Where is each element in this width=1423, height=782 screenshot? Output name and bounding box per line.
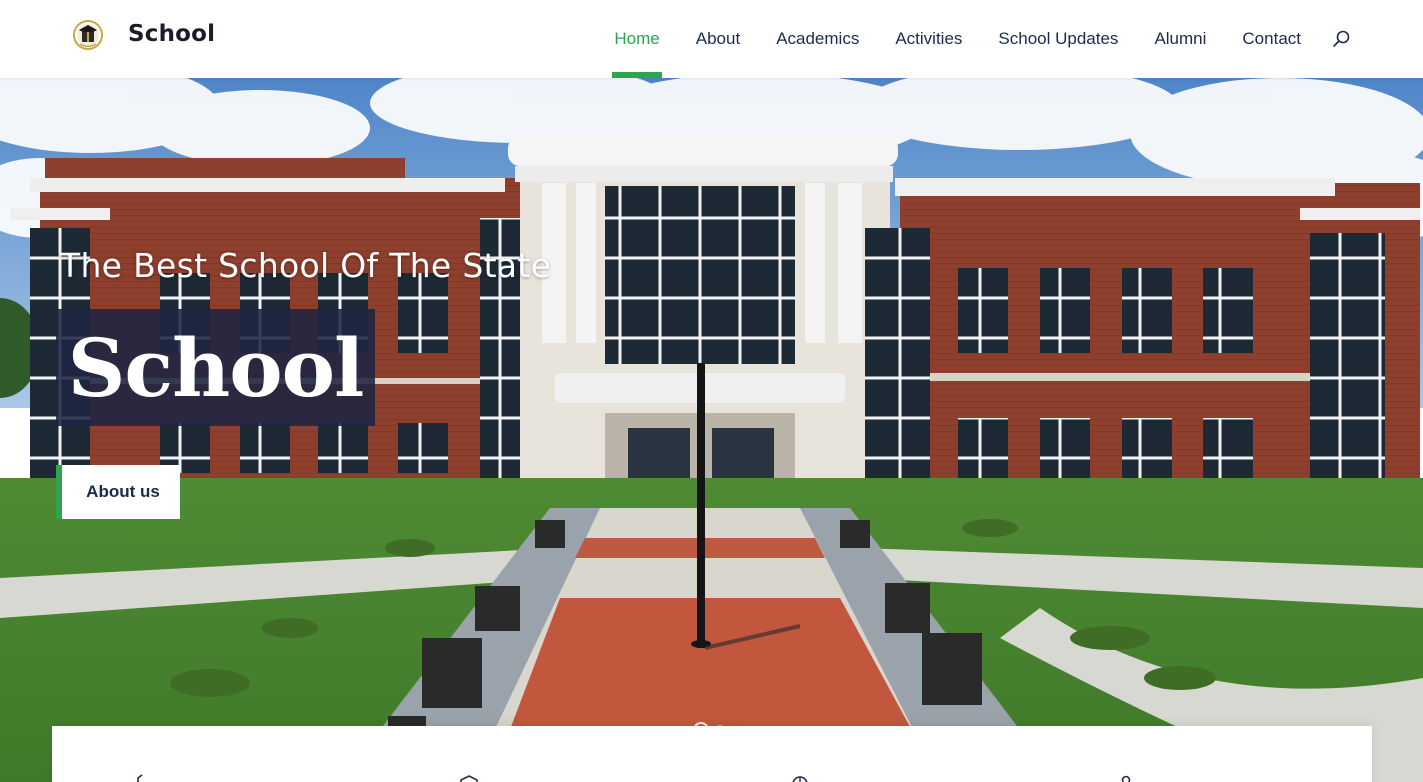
search-icon[interactable] [1331, 28, 1353, 50]
site-header: School Home About Academics Activities S… [0, 0, 1423, 78]
hero-title: School [67, 320, 365, 415]
hero-subtitle: The Best School Of The State [60, 246, 552, 285]
about-us-button[interactable]: About us [56, 465, 180, 519]
nav-item-home[interactable]: Home [596, 0, 677, 78]
main-nav: Home About Academics Activities School U… [596, 0, 1319, 78]
school-emblem-icon [73, 20, 103, 50]
nav-item-academics[interactable]: Academics [758, 0, 877, 78]
nav-item-activities[interactable]: Activities [877, 0, 980, 78]
hero-title-box: School [56, 309, 375, 426]
brand-logo[interactable]: School [70, 16, 215, 52]
features-card [52, 726, 1372, 782]
school-building-photo [0, 78, 1423, 782]
nav-item-school-updates[interactable]: School Updates [980, 0, 1136, 78]
globe-icon [792, 776, 808, 782]
hero-slider: The Best School Of The State School Abou… [0, 78, 1423, 782]
nav-item-about[interactable]: About [678, 0, 758, 78]
book-icon [137, 774, 143, 782]
shield-icon [460, 775, 478, 782]
nav-item-alumni[interactable]: Alumni [1136, 0, 1224, 78]
brand-name: School [128, 21, 216, 47]
nav-item-contact[interactable]: Contact [1224, 0, 1319, 78]
person-icon [1121, 775, 1131, 782]
